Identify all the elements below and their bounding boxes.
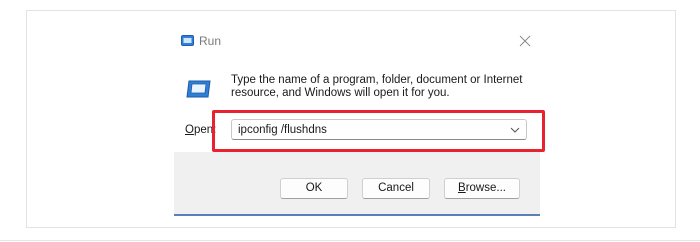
- dialog-title: Run: [199, 34, 222, 48]
- cancel-button[interactable]: Cancel: [362, 178, 430, 199]
- chevron-down-icon[interactable]: [510, 125, 520, 135]
- browse-label: rowse...: [465, 182, 506, 194]
- title-bar: Run: [174, 26, 540, 54]
- divider: [0, 240, 700, 241]
- browse-mnemonic: B: [458, 182, 466, 194]
- footer-accent: [174, 214, 540, 216]
- open-label-text: pen:: [193, 124, 217, 136]
- open-label-mnemonic: O: [185, 124, 194, 136]
- browse-button[interactable]: Browse...: [444, 178, 520, 199]
- run-dialog: Run Type the name of a program, folder, …: [174, 26, 540, 216]
- ok-button[interactable]: OK: [280, 178, 348, 199]
- open-combobox[interactable]: [231, 119, 527, 140]
- run-icon: [181, 35, 194, 46]
- open-input[interactable]: [238, 123, 498, 137]
- close-icon[interactable]: [516, 32, 534, 50]
- run-program-icon: [186, 80, 211, 98]
- open-label: Open:: [185, 123, 216, 137]
- dialog-description: Type the name of a program, folder, docu…: [231, 74, 523, 99]
